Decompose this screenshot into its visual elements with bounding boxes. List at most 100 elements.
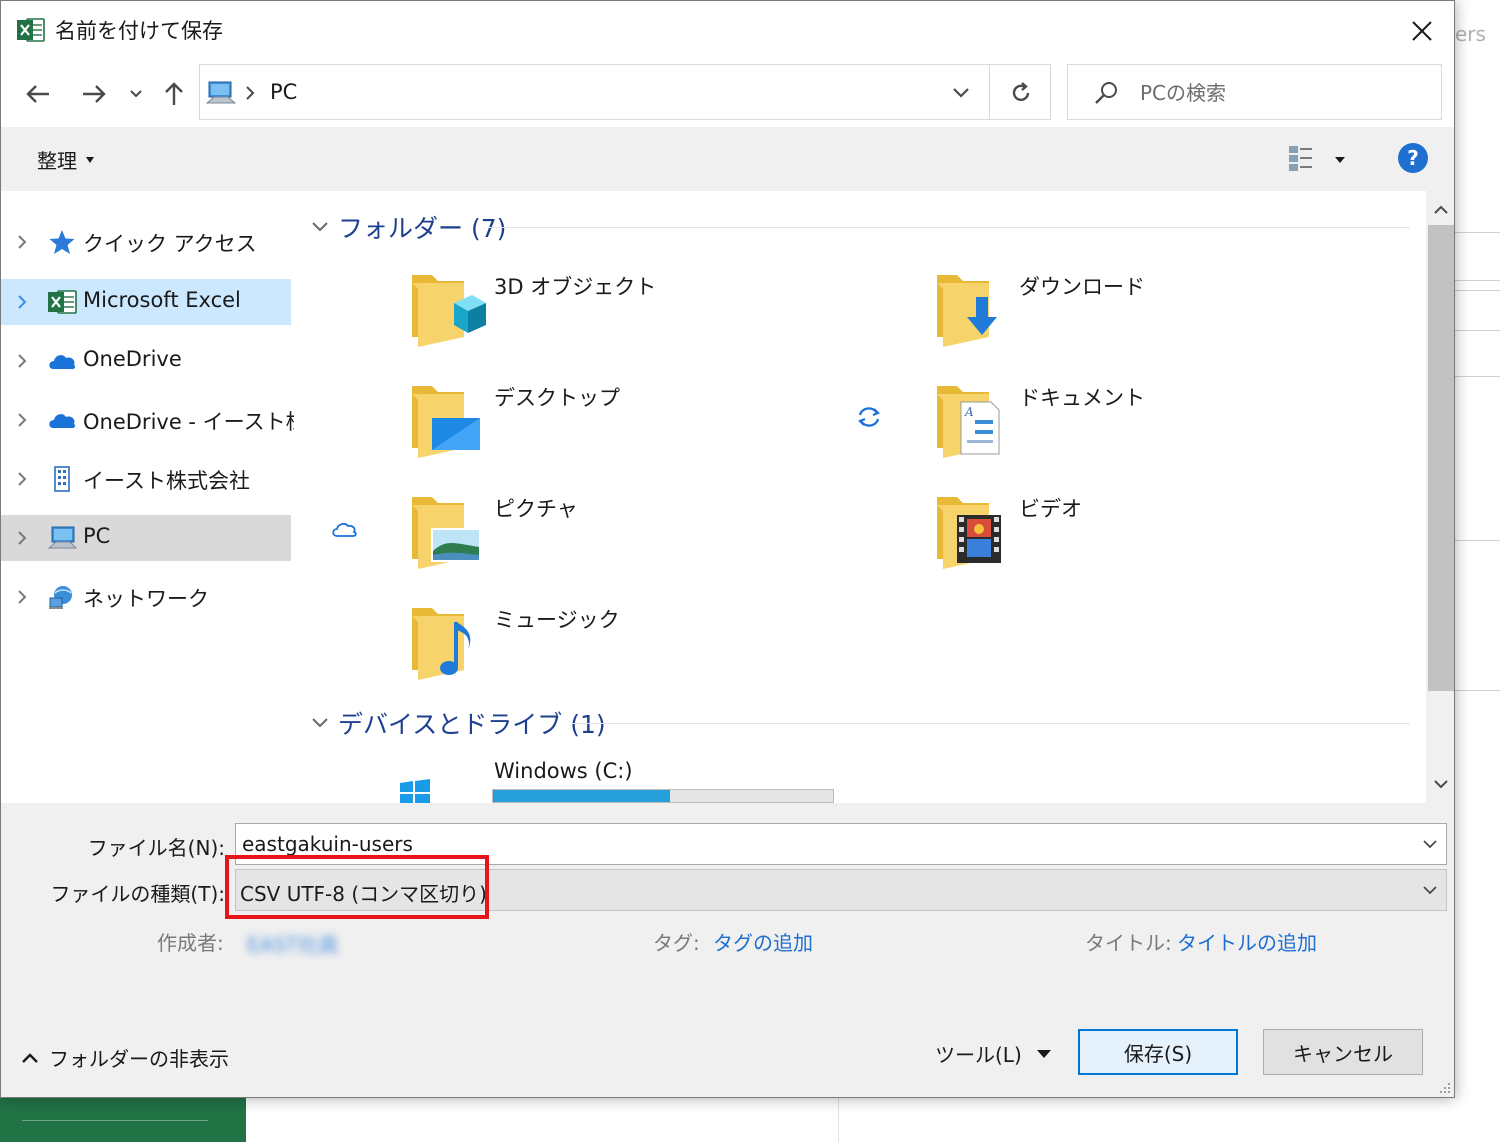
chevron-right-icon[interactable] bbox=[15, 529, 29, 547]
add-title-link[interactable]: タイトルの追加 bbox=[1177, 927, 1317, 956]
filename-label: ファイル名(N): bbox=[87, 836, 225, 860]
folder-tile-downloads[interactable]: ダウンロード bbox=[935, 267, 1415, 363]
background-divider bbox=[1455, 232, 1500, 233]
music-folder-icon bbox=[412, 608, 471, 680]
sidebar-item-label: イースト株式会社 bbox=[83, 469, 250, 493]
folder-tile-pictures[interactable]: ピクチャ bbox=[410, 489, 890, 585]
chevron-down-icon bbox=[1434, 780, 1448, 789]
refresh-button[interactable] bbox=[1002, 77, 1040, 109]
save-options-form: ファイル名(N): ファイルの種類(T): CSV UTF-8 (コンマ区切り)… bbox=[1, 803, 1454, 1097]
sync-icon bbox=[858, 407, 880, 427]
address-segment-pc[interactable]: PC bbox=[270, 80, 297, 104]
chevron-down-icon[interactable] bbox=[310, 715, 330, 731]
vertical-scrollbar[interactable] bbox=[1426, 191, 1454, 803]
close-button[interactable] bbox=[1398, 9, 1446, 53]
chevron-right-icon[interactable] bbox=[15, 233, 29, 251]
excel-icon bbox=[48, 290, 77, 314]
forward-button[interactable] bbox=[77, 77, 111, 111]
sidebar-item-pc[interactable]: PC bbox=[1, 515, 291, 561]
annotation-highlight-box bbox=[225, 855, 489, 919]
svg-text:A: A bbox=[964, 405, 974, 419]
chevron-right-icon[interactable] bbox=[15, 352, 29, 370]
sidebar-item-label: クイック アクセス bbox=[83, 232, 257, 256]
up-button[interactable] bbox=[157, 77, 191, 111]
folder-tile-3d-objects[interactable]: 3D オブジェクト bbox=[410, 267, 890, 363]
tags-label: タグ: bbox=[653, 931, 700, 955]
save-button[interactable]: 保存(S) bbox=[1078, 1029, 1238, 1075]
sidebar-item-onedrive[interactable]: OneDrive bbox=[1, 338, 291, 384]
chevron-down-icon bbox=[1423, 840, 1437, 849]
cloud-outline-icon bbox=[332, 522, 357, 537]
background-divider bbox=[1455, 690, 1500, 691]
close-icon bbox=[1412, 21, 1432, 41]
tools-menu-button[interactable]: ツール(L) bbox=[935, 1039, 1052, 1068]
chevron-right-icon[interactable] bbox=[15, 588, 29, 606]
group-header-label: デバイスとドライブ (1) bbox=[338, 710, 606, 739]
folder-tile-documents[interactable]: A ドキュメント bbox=[935, 378, 1415, 474]
author-value-blurred[interactable]: EAST社員 bbox=[247, 929, 397, 957]
folder-tile-music[interactable]: ミュージック bbox=[410, 600, 890, 696]
folder-tile-videos[interactable]: ビデオ bbox=[935, 489, 1415, 585]
resize-grip-icon[interactable] bbox=[1438, 1081, 1452, 1095]
hide-folders-button[interactable]: フォルダーの非表示 bbox=[21, 1043, 229, 1072]
pc-icon bbox=[206, 81, 236, 104]
scroll-up-button[interactable] bbox=[1426, 197, 1454, 223]
folder-label: ダウンロード bbox=[1019, 275, 1145, 299]
folder-tile-desktop[interactable]: デスクトップ bbox=[410, 378, 890, 474]
filename-input[interactable] bbox=[242, 830, 1402, 858]
group-header-folders[interactable]: フォルダー (7) bbox=[310, 207, 1410, 247]
refresh-icon bbox=[1012, 82, 1030, 102]
sidebar-item-quick-access[interactable]: クイック アクセス bbox=[1, 219, 291, 265]
hide-folders-label: フォルダーの非表示 bbox=[49, 1047, 229, 1071]
add-tags-link[interactable]: タグの追加 bbox=[713, 927, 813, 956]
group-header-label: フォルダー (7) bbox=[338, 214, 507, 243]
folder-label: 3D オブジェクト bbox=[494, 275, 657, 299]
filetype-label: ファイルの種類(T): bbox=[50, 882, 225, 906]
address-bar[interactable]: PC bbox=[199, 64, 1051, 120]
arrow-left-icon bbox=[26, 85, 49, 103]
navigation-bar: PC bbox=[1, 61, 1454, 127]
chevron-down-icon[interactable] bbox=[310, 219, 330, 235]
pictures-folder-icon bbox=[412, 497, 481, 569]
filename-dropdown-button[interactable] bbox=[1420, 834, 1440, 854]
group-header-devices-and-drives[interactable]: デバイスとドライブ (1) bbox=[310, 703, 1410, 743]
sidebar-item-label: OneDrive - イースト株式会社 bbox=[83, 410, 294, 434]
change-view-button[interactable] bbox=[1287, 143, 1351, 175]
sidebar-item-onedrive-east[interactable]: OneDrive - イースト株式会社 bbox=[1, 397, 294, 443]
downloads-folder-icon bbox=[937, 275, 997, 347]
filetype-dropdown-button[interactable] bbox=[1420, 880, 1440, 900]
recent-locations-button[interactable] bbox=[119, 77, 153, 111]
chevron-right-icon[interactable] bbox=[15, 411, 29, 429]
navigation-pane: クイック アクセス Microsoft Excel OneDrive OneDr… bbox=[1, 191, 294, 803]
cancel-button[interactable]: キャンセル bbox=[1263, 1029, 1423, 1075]
scroll-thumb[interactable] bbox=[1428, 225, 1454, 691]
back-button[interactable] bbox=[21, 77, 55, 111]
chevron-right-icon[interactable] bbox=[15, 470, 29, 488]
videos-folder-icon bbox=[937, 497, 1001, 569]
address-history-button[interactable] bbox=[944, 79, 978, 107]
chevron-down-icon bbox=[130, 90, 142, 98]
help-button[interactable]: ? bbox=[1398, 143, 1428, 173]
background-divider bbox=[1455, 290, 1500, 291]
network-icon bbox=[49, 586, 72, 609]
title-bar: 名前を付けて保存 bbox=[1, 1, 1454, 61]
help-icon: ? bbox=[1407, 146, 1419, 170]
sidebar-item-microsoft-excel[interactable]: Microsoft Excel bbox=[1, 279, 291, 325]
command-bar: 整理 ? bbox=[1, 127, 1454, 191]
folder-label: ミュージック bbox=[494, 608, 620, 632]
chevron-right-icon[interactable] bbox=[15, 293, 29, 311]
background-divider bbox=[838, 1098, 839, 1142]
chevron-up-icon bbox=[22, 1052, 38, 1063]
search-box[interactable] bbox=[1067, 64, 1442, 120]
sidebar-item-network[interactable]: ネットワーク bbox=[1, 574, 291, 620]
scroll-down-button[interactable] bbox=[1426, 771, 1454, 797]
folder-label: ドキュメント bbox=[1019, 386, 1145, 410]
documents-folder-icon: A bbox=[937, 386, 1000, 458]
organize-menu-button[interactable]: 整理 bbox=[37, 145, 95, 174]
search-input[interactable] bbox=[1140, 78, 1430, 108]
3d-objects-folder-icon bbox=[412, 275, 486, 347]
sidebar-item-east-company[interactable]: イースト株式会社 bbox=[1, 456, 291, 502]
sidebar-item-label: OneDrive bbox=[83, 347, 182, 371]
excel-icon bbox=[17, 18, 45, 42]
arrow-up-icon bbox=[165, 82, 183, 105]
